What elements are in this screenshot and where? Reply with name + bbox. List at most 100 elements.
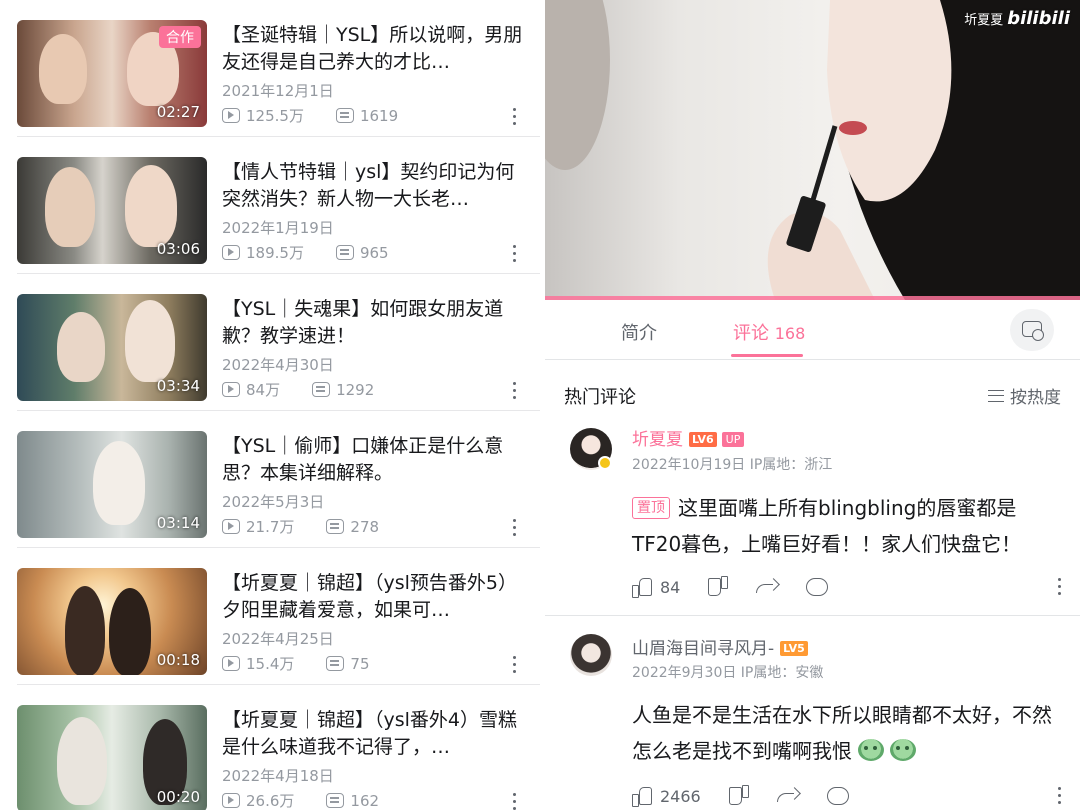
video-thumbnail[interactable]: 00:20 — [17, 705, 207, 810]
sort-icon — [988, 389, 1004, 402]
player-watermark: 圻夏夏 bilibili — [964, 8, 1070, 29]
danmaku-count: 1292 — [336, 380, 375, 399]
video-title[interactable]: 【圻夏夏｜锦超】（ysl预告番外5）夕阳里藏着爱意，如果可… — [222, 570, 527, 624]
video-item[interactable]: 00:20 【圻夏夏｜锦超】（ysl番外4）雪糕是什么味道我不记得了，… 202… — [0, 685, 545, 810]
danmaku-count: 965 — [359, 243, 389, 262]
username-text: 圻夏夏 — [632, 430, 683, 450]
play-count-icon — [222, 656, 240, 671]
video-thumbnail[interactable]: 合作 02:27 — [17, 20, 207, 127]
video-title[interactable]: 【圣诞特辑｜YSL】所以说啊，男朋友还得是自己养大的才比… — [222, 22, 527, 76]
lips-shape — [839, 121, 867, 135]
comment-more-icon[interactable] — [1055, 578, 1063, 600]
tab-bar: 简介 评论 168 — [545, 300, 1080, 360]
view-count: 21.7万 — [246, 518, 295, 536]
comment-more-icon[interactable] — [1055, 787, 1063, 809]
username-text: 山眉海目间寻风月- — [632, 639, 775, 659]
tab-intro[interactable]: 简介 — [621, 319, 657, 345]
danmaku-count: 162 — [350, 791, 380, 810]
divider — [545, 615, 1080, 616]
video-duration: 00:18 — [156, 651, 200, 669]
video-title[interactable]: 【情人节特辑｜ysl】契约印记为何突然消失？新人物一大长老… — [222, 159, 527, 213]
more-options-icon[interactable] — [510, 108, 518, 130]
video-thumbnail[interactable]: 03:06 — [17, 157, 207, 264]
thumbnail-figure — [39, 34, 87, 104]
danmaku-count: 75 — [350, 654, 370, 673]
comment-text: 人鱼是不是生活在水下所以眼睛都不太好，不然怎么老是找不到嘴啊我恨 — [632, 697, 1062, 769]
active-tab-indicator — [731, 354, 803, 357]
comment-username[interactable]: 圻夏夏 LV6 UP — [632, 425, 745, 450]
reply-icon[interactable] — [806, 578, 829, 596]
video-date: 2022年5月3日 — [222, 493, 325, 511]
video-stats: 189.5万 965 — [222, 242, 389, 263]
danmaku-toggle-button[interactable] — [1010, 309, 1054, 351]
video-list: 合作 02:27 【圣诞特辑｜YSL】所以说啊，男朋友还得是自己养大的才比… 2… — [0, 0, 545, 810]
danmaku-icon — [312, 382, 331, 397]
up-badge: UP — [721, 432, 745, 447]
tab-comments[interactable]: 评论 168 — [733, 319, 805, 345]
more-options-icon[interactable] — [510, 245, 518, 267]
hand-shape — [767, 212, 875, 300]
share-icon[interactable] — [776, 787, 799, 805]
video-duration: 03:14 — [156, 514, 200, 532]
thumbnail-figure — [45, 167, 95, 247]
comment-meta: 2022年9月30日 IP属地：安徽 — [632, 665, 824, 681]
like-icon[interactable] — [632, 577, 652, 598]
danmaku-icon — [335, 245, 354, 260]
video-thumbnail[interactable]: 03:14 — [17, 431, 207, 538]
thumbnail-figure — [109, 588, 151, 675]
video-title[interactable]: 【YSL｜偷师】口嫌体正是什么意思？本集详细解释。 — [222, 433, 527, 487]
video-stats: 84万 1292 — [222, 379, 374, 400]
view-count: 189.5万 — [246, 244, 304, 262]
video-item[interactable]: 03:14 【YSL｜偷师】口嫌体正是什么意思？本集详细解释。 2022年5月3… — [0, 411, 545, 548]
video-date: 2021年12月1日 — [222, 82, 334, 100]
level-badge: LV5 — [780, 641, 808, 656]
like-icon[interactable] — [632, 786, 652, 807]
video-title[interactable]: 【圻夏夏｜锦超】（ysl番外4）雪糕是什么味道我不记得了，… — [222, 707, 527, 761]
player-frame-art — [545, 0, 1080, 300]
view-count: 26.6万 — [246, 792, 295, 810]
mirror-reflection-shape — [545, 0, 610, 170]
play-count-icon — [222, 519, 240, 534]
play-count-icon — [222, 108, 240, 123]
danmaku-count: 1619 — [359, 106, 399, 125]
sort-button[interactable]: 按热度 — [988, 383, 1061, 408]
crying-emoji-icon — [858, 739, 884, 761]
lipstick-wand — [810, 125, 838, 201]
more-options-icon[interactable] — [510, 656, 518, 678]
danmaku-icon — [326, 793, 345, 808]
thumbnail-figure — [125, 300, 175, 382]
video-date: 2022年4月30日 — [222, 356, 334, 374]
comment-username[interactable]: 山眉海目间寻风月- LV5 — [632, 634, 808, 659]
video-stats: 15.4万 75 — [222, 653, 370, 674]
play-count-icon — [222, 382, 240, 397]
video-thumbnail[interactable]: 00:18 — [17, 568, 207, 675]
dislike-icon[interactable] — [708, 577, 728, 597]
video-duration: 03:34 — [156, 377, 200, 395]
danmaku-icon — [326, 519, 345, 534]
play-count-icon — [222, 245, 240, 260]
video-duration: 00:20 — [156, 788, 200, 806]
more-options-icon[interactable] — [510, 519, 518, 541]
video-title[interactable]: 【YSL｜失魂果】如何跟女朋友道歉？教学速进！ — [222, 296, 527, 350]
thumbnail-figure — [125, 165, 177, 247]
video-player[interactable]: 圻夏夏 bilibili — [545, 0, 1080, 300]
comment-actions: 2466 — [632, 786, 849, 807]
reply-icon[interactable] — [826, 787, 849, 805]
comment-count: 168 — [774, 324, 806, 343]
view-count: 84万 — [246, 381, 281, 399]
video-item[interactable]: 03:34 【YSL｜失魂果】如何跟女朋友道歉？教学速进！ 2022年4月30日… — [0, 274, 545, 411]
video-item[interactable]: 合作 02:27 【圣诞特辑｜YSL】所以说啊，男朋友还得是自己养大的才比… 2… — [0, 0, 545, 137]
video-stats: 26.6万 162 — [222, 790, 379, 810]
video-thumbnail[interactable]: 03:34 — [17, 294, 207, 401]
danmaku-icon — [326, 656, 345, 671]
thumbnail-figure — [93, 441, 145, 525]
more-options-icon[interactable] — [510, 793, 518, 810]
dislike-icon[interactable] — [729, 786, 749, 806]
video-item[interactable]: 00:18 【圻夏夏｜锦超】（ysl预告番外5）夕阳里藏着爱意，如果可… 202… — [0, 548, 545, 685]
share-icon[interactable] — [756, 578, 778, 596]
video-item[interactable]: 03:06 【情人节特辑｜ysl】契约印记为何突然消失？新人物一大长老… 202… — [0, 137, 545, 274]
video-date: 2022年4月25日 — [222, 630, 334, 648]
avatar[interactable] — [570, 634, 612, 676]
more-options-icon[interactable] — [510, 382, 518, 404]
danmaku-count: 278 — [350, 517, 380, 536]
